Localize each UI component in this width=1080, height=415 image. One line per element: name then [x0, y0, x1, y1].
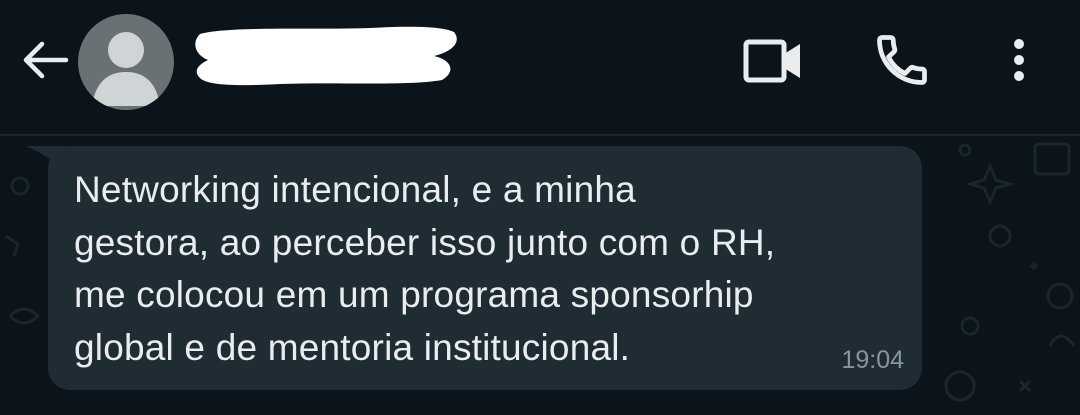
phone-icon [877, 35, 927, 85]
name-redaction [195, 26, 457, 86]
chat-header [0, 0, 1080, 134]
video-camera-icon [743, 39, 800, 83]
more-options-button[interactable] [1000, 30, 1040, 90]
voice-call-button[interactable] [872, 30, 932, 90]
video-call-button[interactable] [738, 34, 804, 88]
back-button[interactable] [18, 38, 70, 82]
arrow-left-icon [23, 41, 69, 79]
message-text: Networking intencional, e a minha gestor… [74, 169, 776, 368]
message-timestamp: 19:04 [841, 346, 904, 374]
default-person-avatar-icon [92, 32, 160, 106]
avatar[interactable] [78, 14, 174, 110]
more-vert-icon [1014, 39, 1024, 81]
